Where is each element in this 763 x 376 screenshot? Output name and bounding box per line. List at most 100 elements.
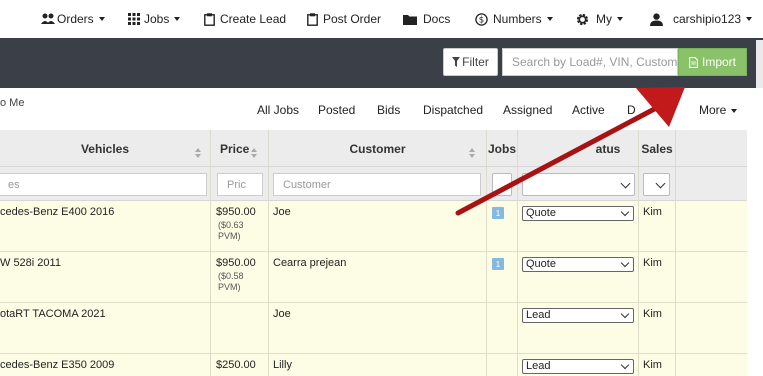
import-button[interactable]: Import xyxy=(678,48,747,76)
nav-create-lead[interactable]: Create Lead xyxy=(204,0,286,38)
sort-icon[interactable] xyxy=(468,148,476,158)
header-customer-label: Customer xyxy=(349,141,406,156)
header-vehicles-label: Vehicles xyxy=(80,141,130,156)
sort-icon[interactable] xyxy=(250,148,258,158)
header-status-label: atus xyxy=(595,141,621,156)
chevron-down-icon xyxy=(731,108,738,113)
search-input[interactable] xyxy=(502,48,678,76)
pvm-unit: PVM) xyxy=(218,231,241,241)
status-select[interactable]: Lead xyxy=(522,308,634,323)
vehicles-filter-input[interactable] xyxy=(0,173,207,196)
tab-dispatched[interactable]: Dispatched xyxy=(423,103,483,117)
chevron-down-icon xyxy=(620,207,630,217)
nav-jobs-label: Jobs xyxy=(144,12,170,26)
nav-numbers[interactable]: $ Numbers xyxy=(475,0,553,38)
sales-cell: Kim xyxy=(643,257,662,269)
clipboard-icon xyxy=(307,12,318,26)
nav-jobs[interactable]: Jobs xyxy=(128,0,181,38)
tab-more[interactable]: More xyxy=(699,103,738,117)
nav-post-order[interactable]: Post Order xyxy=(307,0,381,38)
vehicle-cell[interactable]: cedes-Benz E400 2016 xyxy=(0,206,114,218)
price-cell: $950.00 xyxy=(216,206,256,218)
tab-posted[interactable]: Posted xyxy=(318,103,355,117)
nav-my[interactable]: My xyxy=(576,0,623,38)
pvm-value: ($0.63 xyxy=(218,220,244,230)
column-divider xyxy=(210,130,211,376)
status-filter-select[interactable] xyxy=(522,173,635,196)
clipboard-icon xyxy=(204,12,215,26)
status-select-value: Lead xyxy=(526,360,551,372)
chevron-down-icon xyxy=(98,17,105,21)
column-divider xyxy=(268,130,269,376)
chevron-down-icon xyxy=(620,178,631,189)
right-gutter xyxy=(747,88,763,376)
scrollbar[interactable] xyxy=(756,40,763,88)
row-divider xyxy=(0,251,747,252)
import-label: Import xyxy=(701,55,736,69)
column-divider xyxy=(675,130,676,376)
vehicle-cell[interactable]: otaRT TACOMA 2021 xyxy=(0,308,106,320)
grid-icon xyxy=(128,13,140,25)
tab-all-jobs[interactable]: All Jobs xyxy=(257,103,299,117)
sales-cell: Kim xyxy=(643,206,662,218)
column-divider xyxy=(517,130,518,376)
filter-button[interactable]: Filter xyxy=(443,48,498,76)
customer-cell[interactable]: Joe xyxy=(273,308,291,320)
nav-docs-label: Docs xyxy=(423,12,451,26)
header-vehicles[interactable]: Vehicles xyxy=(0,130,210,167)
tab-active[interactable]: Active xyxy=(572,103,605,117)
nav-orders-label: Orders xyxy=(57,12,94,26)
vehicle-cell[interactable]: cedes-Benz E350 2009 xyxy=(0,359,114,371)
header-sales-label: Sales xyxy=(641,141,673,156)
sales-cell: Kim xyxy=(643,359,662,371)
row-divider xyxy=(0,353,747,354)
customer-filter-input[interactable] xyxy=(273,173,481,196)
folder-icon xyxy=(403,14,417,25)
chevron-down-icon xyxy=(620,258,630,268)
sales-cell: Kim xyxy=(643,308,662,320)
status-select[interactable]: Quote xyxy=(522,257,634,272)
nav-docs[interactable]: Docs xyxy=(403,0,450,38)
tab-assigned[interactable]: Assigned xyxy=(503,103,552,117)
jobs-filter-select[interactable] xyxy=(492,173,512,196)
status-select[interactable]: Quote xyxy=(522,206,634,221)
customer-cell[interactable]: Joe xyxy=(273,206,291,218)
nav-my-label: My xyxy=(596,12,612,26)
header-customer[interactable]: Customer xyxy=(269,130,486,167)
chevron-down-icon xyxy=(617,17,623,21)
nav-user-label: carshipio123 xyxy=(673,12,742,26)
pvm-unit: PVM) xyxy=(218,282,241,292)
tab-bids[interactable]: Bids xyxy=(377,103,400,117)
status-select-value: Quote xyxy=(526,207,556,219)
nav-numbers-label: Numbers xyxy=(493,12,542,26)
sort-icon[interactable] xyxy=(194,148,202,158)
user-icon xyxy=(650,12,663,26)
nav-user-menu[interactable]: carshipio123 xyxy=(650,0,753,38)
jobs-count-badge[interactable]: 1 xyxy=(492,207,504,219)
filter-icon xyxy=(452,57,461,67)
status-select[interactable]: Lead xyxy=(522,359,634,374)
customer-cell[interactable]: Lilly xyxy=(273,359,292,371)
price-filter-input[interactable] xyxy=(217,173,263,196)
tab-more-label: More xyxy=(699,103,727,117)
chevron-down-icon xyxy=(655,178,666,189)
header-status[interactable]: atus xyxy=(518,130,638,167)
header-jobs[interactable]: Jobs xyxy=(487,130,517,167)
sales-filter-select[interactable] xyxy=(643,173,670,196)
jobs-count-badge[interactable]: 1 xyxy=(492,258,504,270)
chevron-down-icon xyxy=(174,17,181,21)
vehicle-cell[interactable]: W 528i 2011 xyxy=(0,257,61,269)
pvm-value: ($0.58 xyxy=(218,271,244,281)
assigned-to-me-label[interactable]: o Me xyxy=(0,97,24,109)
header-sales[interactable]: Sales xyxy=(639,130,675,167)
chevron-down-icon xyxy=(746,17,753,21)
price-cell: $950.00 xyxy=(216,257,256,269)
customer-cell[interactable]: Cearra prejean xyxy=(273,257,346,269)
svg-text:$: $ xyxy=(479,15,484,25)
top-navbar xyxy=(0,0,763,38)
nav-orders[interactable]: Orders xyxy=(41,0,105,38)
header-price-label: Price xyxy=(220,141,250,156)
tab-delivered[interactable]: D xyxy=(627,103,636,117)
nav-post-order-label: Post Order xyxy=(323,12,382,26)
header-jobs-label: Jobs xyxy=(487,141,516,156)
